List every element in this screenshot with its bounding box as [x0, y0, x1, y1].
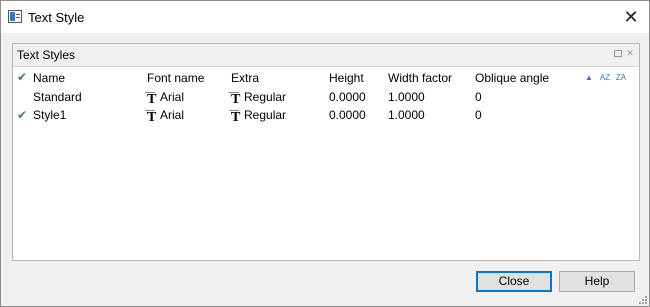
resize-grip[interactable]	[637, 294, 647, 304]
pin-icon[interactable]	[613, 48, 623, 58]
table-header: ✔ Name Font name Extra Height Width fact…	[13, 68, 639, 88]
sort-za-icon[interactable]: ZA	[615, 72, 627, 84]
truetype-font-icon: T	[145, 92, 159, 107]
panel-title: Text Styles	[17, 48, 76, 62]
font-extra: Regular	[244, 108, 287, 122]
close-button[interactable]: Close	[476, 271, 552, 292]
sort-asc-icon[interactable]: ▲	[583, 72, 595, 84]
help-button[interactable]: Help	[559, 271, 635, 292]
column-header-font-name[interactable]: Font name	[147, 71, 204, 85]
font-name-cell: T Arial	[145, 108, 185, 125]
width-factor-value: 1.0000	[388, 90, 425, 104]
column-header-height[interactable]: Height	[329, 71, 364, 85]
font-name: Arial	[160, 108, 185, 122]
text-styles-panel: Text Styles ✕ ✔ Name Font name Extra Hei…	[12, 43, 640, 261]
title-bar[interactable]: Text Style ✕	[1, 1, 649, 33]
style-name: Standard	[33, 90, 82, 104]
app-icon	[8, 10, 22, 23]
height-value: 0.0000	[329, 108, 366, 122]
style-name: Style1	[33, 108, 67, 122]
font-name-cell: T Arial	[145, 90, 185, 107]
height-value: 0.0000	[329, 90, 366, 104]
truetype-font-icon: T	[229, 92, 243, 107]
extra-cell: T Regular	[229, 90, 287, 107]
panel-header: Text Styles ✕	[13, 44, 639, 67]
current-column-check-icon: ✔	[17, 70, 28, 84]
column-header-name[interactable]: Name	[33, 71, 65, 85]
truetype-font-icon: T	[145, 110, 159, 125]
width-factor-value: 1.0000	[388, 108, 425, 122]
oblique-angle-value: 0	[475, 90, 482, 104]
font-extra: Regular	[244, 90, 287, 104]
table-row[interactable]: ✔ Style1 T Arial T Regular 0.0000 1.0000 0	[13, 107, 639, 125]
extra-cell: T Regular	[229, 108, 287, 125]
column-header-width-factor[interactable]: Width factor	[388, 71, 452, 85]
panel-close-icon[interactable]: ✕	[625, 48, 635, 58]
window-title: Text Style	[28, 10, 85, 25]
text-style-dialog: Text Style ✕ Text Styles ✕ ✔ Name Font n…	[0, 0, 650, 307]
column-header-extra[interactable]: Extra	[231, 71, 259, 85]
column-header-oblique-angle[interactable]: Oblique angle	[475, 71, 549, 85]
oblique-angle-value: 0	[475, 108, 482, 122]
table-row[interactable]: Standard T Arial T Regular 0.0000 1.0000 0	[13, 89, 639, 107]
font-name: Arial	[160, 90, 185, 104]
current-style-check-icon: ✔	[17, 108, 28, 122]
sort-az-icon[interactable]: AZ	[599, 72, 611, 84]
truetype-font-icon: T	[229, 110, 243, 125]
window-close-icon[interactable]: ✕	[613, 1, 649, 33]
